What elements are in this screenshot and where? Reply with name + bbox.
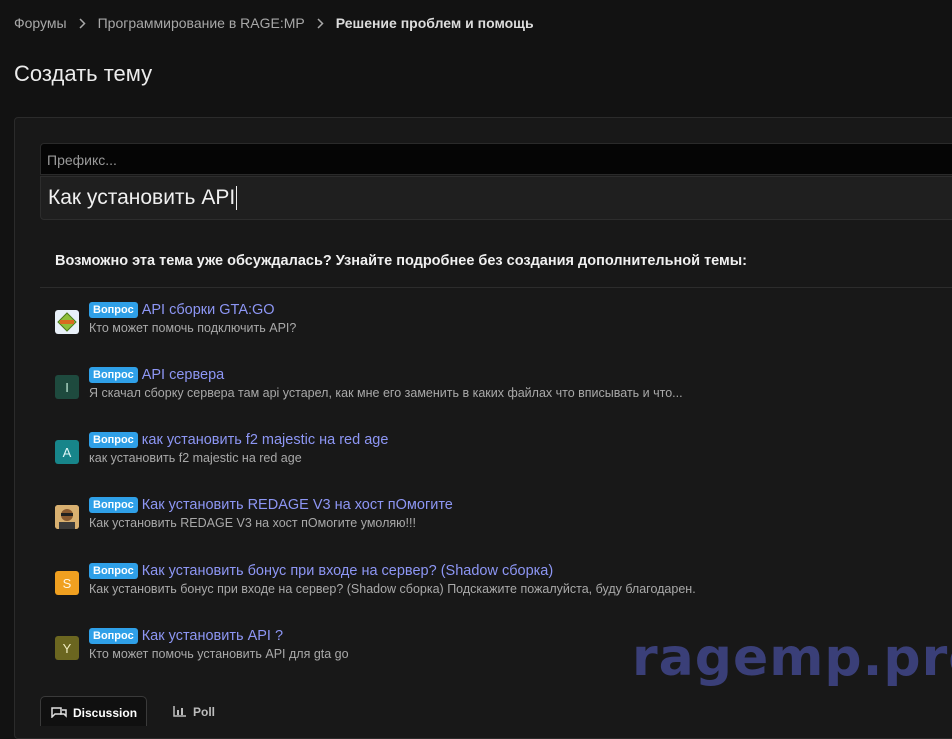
divider bbox=[40, 287, 952, 288]
thread-title-link[interactable]: Как установить API ? bbox=[142, 628, 283, 644]
breadcrumb: Форумы Программирование в RAGE:MP Решени… bbox=[14, 14, 534, 32]
server-logo-icon bbox=[57, 312, 77, 332]
thread-title-value: Как установить API bbox=[48, 186, 236, 209]
similar-thread-item[interactable]: Вопрос Как установить REDAGE V3 на хост … bbox=[55, 496, 935, 536]
similar-thread-item[interactable]: S Вопрос Как установить бонус при входе … bbox=[55, 562, 935, 602]
question-badge: Вопрос bbox=[89, 563, 138, 579]
thread-title-link[interactable]: Как установить бонус при входе на сервер… bbox=[142, 563, 553, 579]
thread-snippet: Кто может помочь подключить API? bbox=[89, 321, 297, 335]
question-badge: Вопрос bbox=[89, 628, 138, 644]
thread-snippet: Как установить бонус при входе на сервер… bbox=[89, 582, 696, 596]
watermark: ragemp.pro bbox=[632, 628, 952, 688]
similar-thread-item[interactable]: I Вопрос API сервера Я скачал сборку сер… bbox=[55, 366, 935, 406]
similar-thread-item[interactable]: A Вопрос как установить f2 majestic на r… bbox=[55, 431, 935, 471]
breadcrumb-forums[interactable]: Форумы bbox=[14, 15, 67, 31]
thread-snippet: как установить f2 majestic на red age bbox=[89, 451, 302, 465]
avatar bbox=[55, 505, 79, 529]
tab-discussion[interactable]: Discussion bbox=[40, 696, 147, 726]
avatar: A bbox=[55, 440, 79, 464]
avatar: I bbox=[55, 375, 79, 399]
avatar: Y bbox=[55, 636, 79, 660]
tab-label: Poll bbox=[193, 705, 216, 719]
text-caret bbox=[236, 186, 238, 210]
chevron-right-icon bbox=[317, 17, 324, 29]
chat-bubbles-icon bbox=[51, 706, 67, 721]
thread-snippet: Как установить REDAGE V3 на хост пОмогит… bbox=[89, 516, 416, 530]
similar-thread-item[interactable]: Вопрос API сборки GTA:GO Кто может помоч… bbox=[55, 301, 935, 341]
question-badge: Вопрос bbox=[89, 302, 138, 318]
question-badge: Вопрос bbox=[89, 432, 138, 448]
page-title: Создать тему bbox=[14, 61, 153, 86]
thread-snippet: Я скачал сборку сервера там api устарел,… bbox=[89, 386, 683, 400]
chevron-right-icon bbox=[79, 17, 86, 29]
bar-chart-icon bbox=[173, 705, 187, 720]
question-badge: Вопрос bbox=[89, 367, 138, 383]
avatar bbox=[55, 310, 79, 334]
prefix-select[interactable]: Префикс... bbox=[40, 143, 952, 175]
breadcrumb-help[interactable]: Решение проблем и помощь bbox=[336, 15, 534, 31]
thread-title-input[interactable]: Как установить API bbox=[40, 176, 952, 220]
thread-snippet: Кто может помочь установить API для gta … bbox=[89, 647, 349, 661]
tab-label: Discussion bbox=[73, 706, 138, 720]
user-photo-icon bbox=[55, 505, 79, 529]
question-badge: Вопрос bbox=[89, 497, 138, 513]
avatar: S bbox=[55, 571, 79, 595]
thread-title-link[interactable]: API сборки GTA:GO bbox=[142, 302, 275, 318]
breadcrumb-programming[interactable]: Программирование в RAGE:MP bbox=[98, 15, 305, 31]
similar-threads-heading: Возможно эта тема уже обсуждалась? Узнай… bbox=[55, 253, 747, 269]
thread-title-link[interactable]: API сервера bbox=[142, 367, 225, 383]
thread-title-link[interactable]: Как установить REDAGE V3 на хост пОмогит… bbox=[142, 497, 453, 513]
thread-type-tabs: Discussion Poll bbox=[40, 696, 225, 726]
thread-title-link[interactable]: как установить f2 majestic на red age bbox=[142, 432, 389, 448]
tab-poll[interactable]: Poll bbox=[147, 696, 225, 726]
